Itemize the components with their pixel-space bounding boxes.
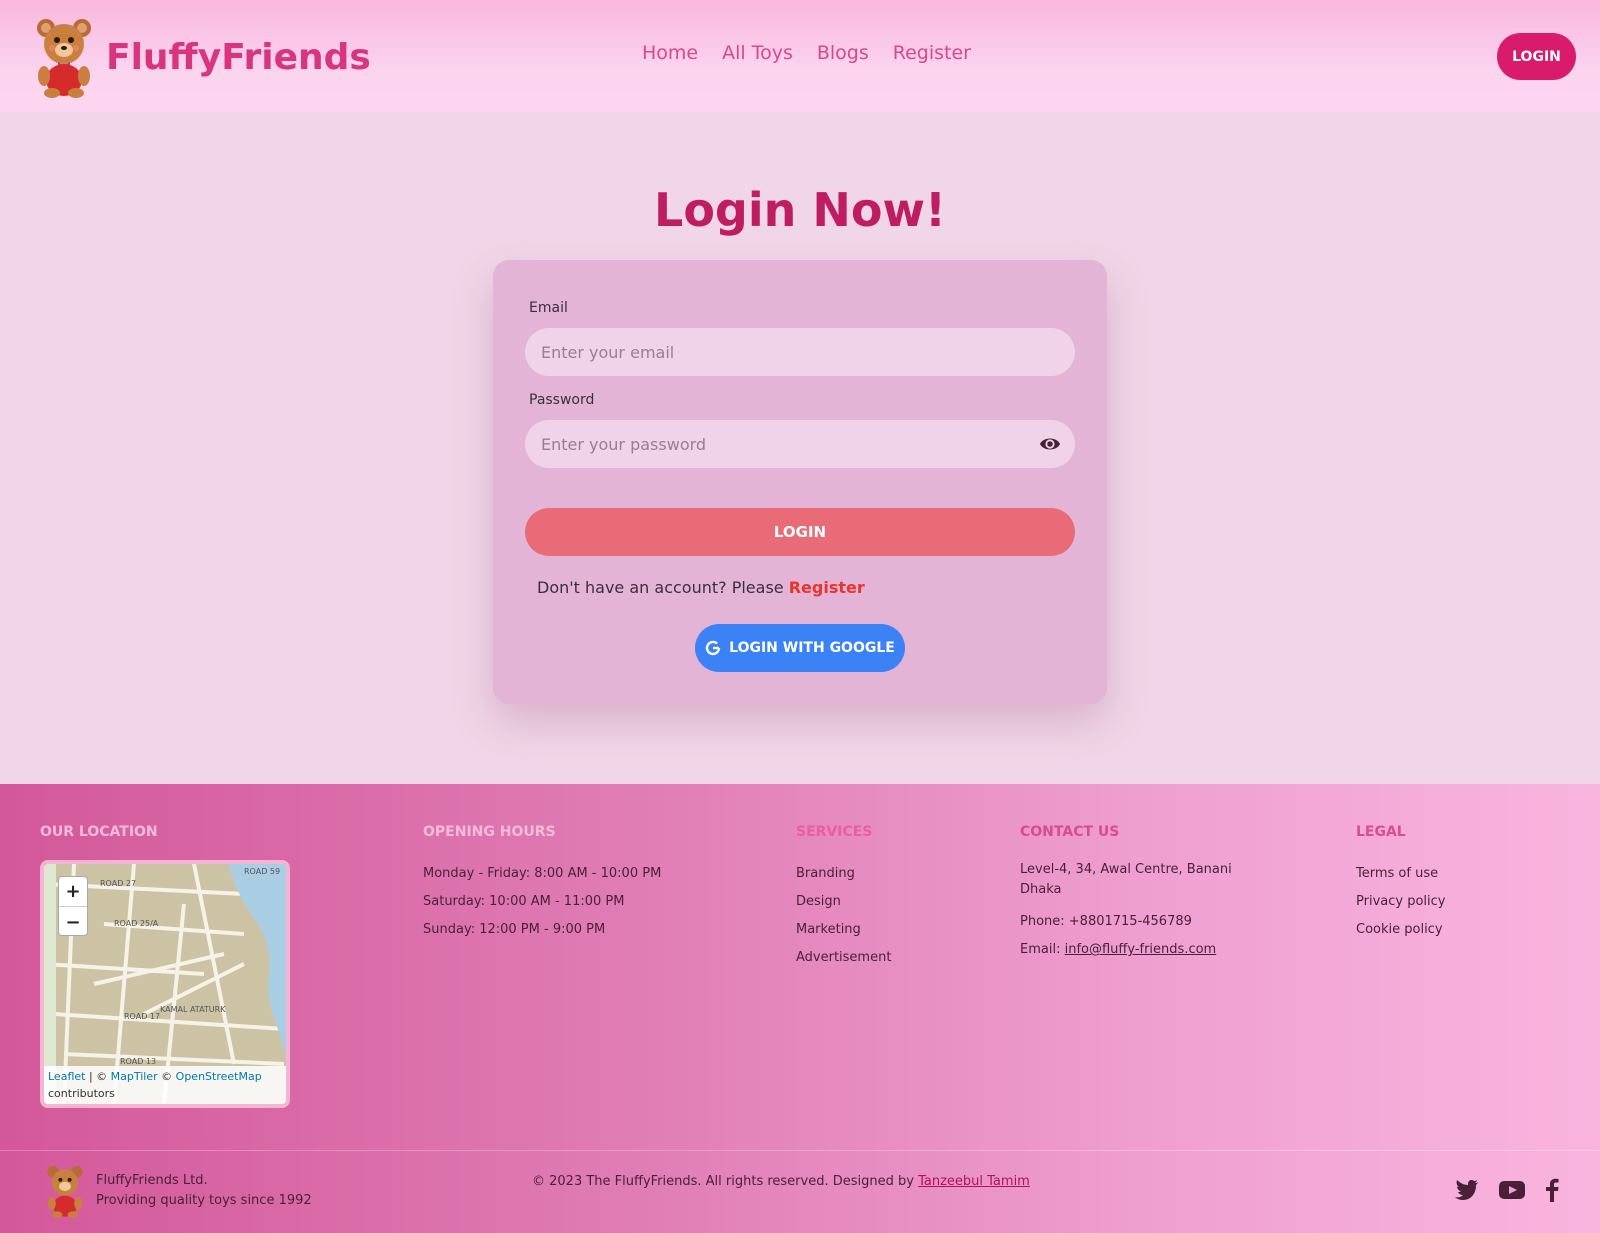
password-placeholder: Enter your password (541, 434, 707, 454)
email-placeholder: Enter your email (541, 342, 675, 362)
osm-link[interactable]: OpenStreetMap (176, 1070, 262, 1083)
main-nav: Home All Toys Blogs Register (642, 42, 971, 64)
map-attribution: Leaflet | © MapTiler © OpenStreetMap con… (44, 1066, 286, 1104)
page-title: Login Now! (654, 183, 946, 237)
logo[interactable]: FluffyFriends (34, 16, 371, 98)
company-tagline: Providing quality toys since 1992 (96, 1193, 312, 1208)
site-header: FluffyFriends Home All Toys Blogs Regist… (0, 0, 1600, 112)
svg-text:ROAD 59: ROAD 59 (244, 867, 280, 876)
service-design[interactable]: Design (796, 888, 891, 916)
facebook-icon[interactable] (1545, 1178, 1559, 1202)
register-link[interactable]: Register (789, 578, 865, 597)
google-button-label: LOGIN WITH GOOGLE (729, 640, 895, 656)
google-login-button[interactable]: LOGIN WITH GOOGLE (695, 624, 905, 672)
designer-link[interactable]: Tanzeebul Tamim (918, 1174, 1030, 1189)
zoom-out-button[interactable]: − (59, 907, 87, 937)
contact-email-link[interactable]: info@fluffy-friends.com (1065, 942, 1217, 957)
svg-text:KAMAL ATATURK: KAMAL ATATURK (160, 1005, 226, 1014)
header-login-button[interactable]: LOGIN (1497, 33, 1576, 80)
footer-hours: OPENING HOURS Monday - Friday: 8:00 AM -… (423, 824, 661, 944)
contact-heading: CONTACT US (1020, 824, 1120, 840)
service-advertisement[interactable]: Advertisement (796, 944, 891, 972)
svg-text:ROAD 27: ROAD 27 (100, 879, 136, 888)
contact-address-line2: Dhaka (1020, 882, 1062, 897)
email-field[interactable]: Enter your email (525, 328, 1075, 376)
login-button[interactable]: LOGIN (525, 508, 1075, 556)
password-label: Password (529, 392, 595, 408)
contact-email-row: Email: info@fluffy-friends.com (1020, 936, 1232, 964)
copyright: © 2023 The FluffyFriends. All rights res… (532, 1174, 1030, 1189)
location-heading: OUR LOCATION (40, 824, 158, 840)
twitter-icon[interactable] (1455, 1180, 1479, 1200)
footer-divider (0, 1150, 1600, 1151)
hours-saturday: Saturday: 10:00 AM - 11:00 PM (423, 894, 625, 909)
nav-item-register[interactable]: Register (893, 42, 971, 64)
legal-privacy[interactable]: Privacy policy (1356, 888, 1445, 916)
site-footer: OUR LOCATION ROAD 27 ROAD 59 ROAD 25/A ROA… (0, 784, 1600, 1233)
login-card: Email Enter your email Password Enter yo… (493, 260, 1107, 704)
email-label: Email (529, 300, 568, 316)
teddy-bear-footer-icon (47, 1165, 83, 1218)
nav-item-blogs[interactable]: Blogs (817, 42, 869, 64)
svg-text:ROAD 25/A: ROAD 25/A (114, 919, 159, 928)
register-prompt: Don't have an account? Please Register (537, 578, 865, 597)
legal-terms[interactable]: Terms of use (1356, 860, 1445, 888)
footer-location: OUR LOCATION (40, 824, 158, 860)
location-map[interactable]: ROAD 27 ROAD 59 ROAD 25/A ROAD 17 KAMAL AT… (40, 860, 290, 1108)
contact-phone: Phone: +8801715-456789 (1020, 914, 1192, 929)
hours-heading: OPENING HOURS (423, 824, 556, 840)
services-heading: SERVICES (796, 824, 873, 840)
hours-sunday: Sunday: 12:00 PM - 9:00 PM (423, 922, 606, 937)
footer-brand: FluffyFriends Ltd. Providing quality toy… (44, 1164, 312, 1218)
teddy-bear-logo-icon (37, 19, 91, 98)
eye-icon[interactable] (1039, 434, 1061, 454)
nav-item-all-toys[interactable]: All Toys (722, 42, 793, 64)
footer-legal: LEGAL Terms of use Privacy policy Cookie… (1356, 824, 1445, 944)
footer-services: SERVICES Branding Design Marketing Adver… (796, 824, 891, 972)
attribution-contributors: contributors (48, 1087, 115, 1100)
svg-text:ROAD 17: ROAD 17 (124, 1012, 160, 1021)
register-prompt-text: Don't have an account? Please (537, 578, 784, 597)
map-zoom-controls: + − (58, 876, 88, 936)
nav-item-home[interactable]: Home (642, 42, 698, 64)
password-field[interactable]: Enter your password (525, 420, 1075, 468)
leaflet-link[interactable]: Leaflet (48, 1070, 85, 1083)
footer-contact: CONTACT US Level-4, 34, Awal Centre, Ban… (1020, 824, 1232, 964)
service-marketing[interactable]: Marketing (796, 916, 891, 944)
contact-address-line1: Level-4, 34, Awal Centre, Banani (1020, 862, 1232, 877)
contact-email-label: Email: (1020, 942, 1061, 957)
youtube-icon[interactable] (1499, 1180, 1525, 1200)
footer-brand-text: FluffyFriends Ltd. Providing quality toy… (96, 1171, 312, 1211)
hours-weekday: Monday - Friday: 8:00 AM - 10:00 PM (423, 866, 662, 881)
legal-cookie[interactable]: Cookie policy (1356, 916, 1445, 944)
service-branding[interactable]: Branding (796, 860, 891, 888)
legal-heading: LEGAL (1356, 824, 1406, 840)
zoom-in-button[interactable]: + (59, 877, 87, 907)
company-name: FluffyFriends Ltd. (96, 1173, 208, 1188)
google-icon (705, 640, 721, 656)
brand-name: FluffyFriends (106, 36, 371, 78)
maptiler-link[interactable]: MapTiler (111, 1070, 158, 1083)
svg-text:ROAD 13: ROAD 13 (120, 1057, 156, 1066)
copyright-text: © 2023 The FluffyFriends. All rights res… (532, 1174, 914, 1189)
social-links (1455, 1178, 1559, 1202)
